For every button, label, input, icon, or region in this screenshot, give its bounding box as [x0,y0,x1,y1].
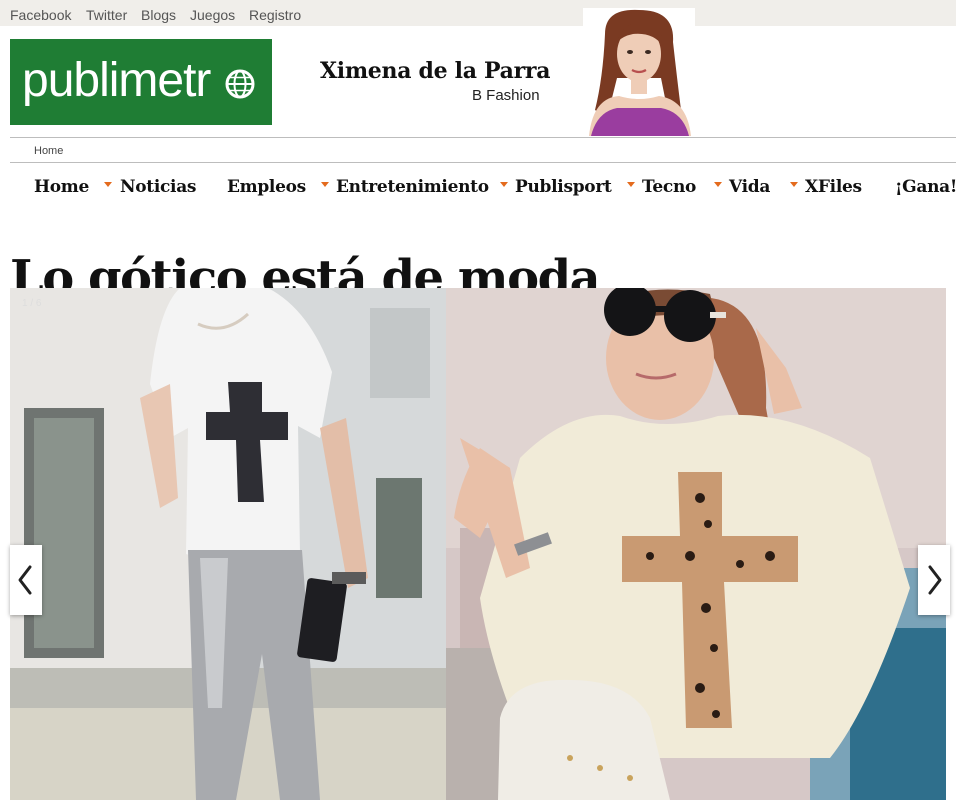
divider [10,162,956,163]
author-name: Ximena de la Parra [320,58,551,84]
nav-tecno[interactable]: Tecno [642,177,696,197]
chevron-right-icon [928,565,942,595]
nav-separator-icon [321,182,329,187]
photo-gallery: 1 / 6 [10,288,946,800]
utility-bar: Facebook Twitter Blogs Juegos Registro [0,0,956,26]
nav-separator-icon [627,182,635,187]
nav-publisport[interactable]: Publisport [515,177,612,197]
nav-separator-icon [104,182,112,187]
nav-separator-icon [714,182,722,187]
facebook-link[interactable]: Facebook [10,7,71,23]
nav-home[interactable]: Home [34,177,89,197]
nav-vida[interactable]: Vida [729,177,770,197]
nav-noticias[interactable]: Noticias [120,177,196,197]
globe-icon [225,69,255,99]
juegos-link[interactable]: Juegos [190,7,235,23]
next-slide-button[interactable] [918,545,950,615]
nav-gana[interactable]: ¡Gana! [895,177,956,197]
nav-xfiles[interactable]: XFiles [805,177,862,197]
slide-counter: 1 / 6 [22,298,42,309]
nav-entretenimiento[interactable]: Entretenimiento [336,177,489,197]
nav-empleos[interactable]: Empleos [227,177,306,197]
logo-text: publimetr [22,54,211,107]
chevron-left-icon [18,565,32,595]
breadcrumb-home[interactable]: Home [34,145,63,157]
nav-separator-icon [790,182,798,187]
nav-separator-icon [500,182,508,187]
twitter-link[interactable]: Twitter [86,7,127,23]
prev-slide-button[interactable] [10,545,42,615]
breadcrumb: Home [34,145,63,157]
blogs-link[interactable]: Blogs [141,7,176,23]
blog-section: B Fashion [472,87,540,104]
divider [10,137,956,138]
author-photo [583,8,695,136]
gallery-image [10,288,946,800]
site-logo[interactable]: publimetr [10,39,272,125]
registro-link[interactable]: Registro [249,7,301,23]
